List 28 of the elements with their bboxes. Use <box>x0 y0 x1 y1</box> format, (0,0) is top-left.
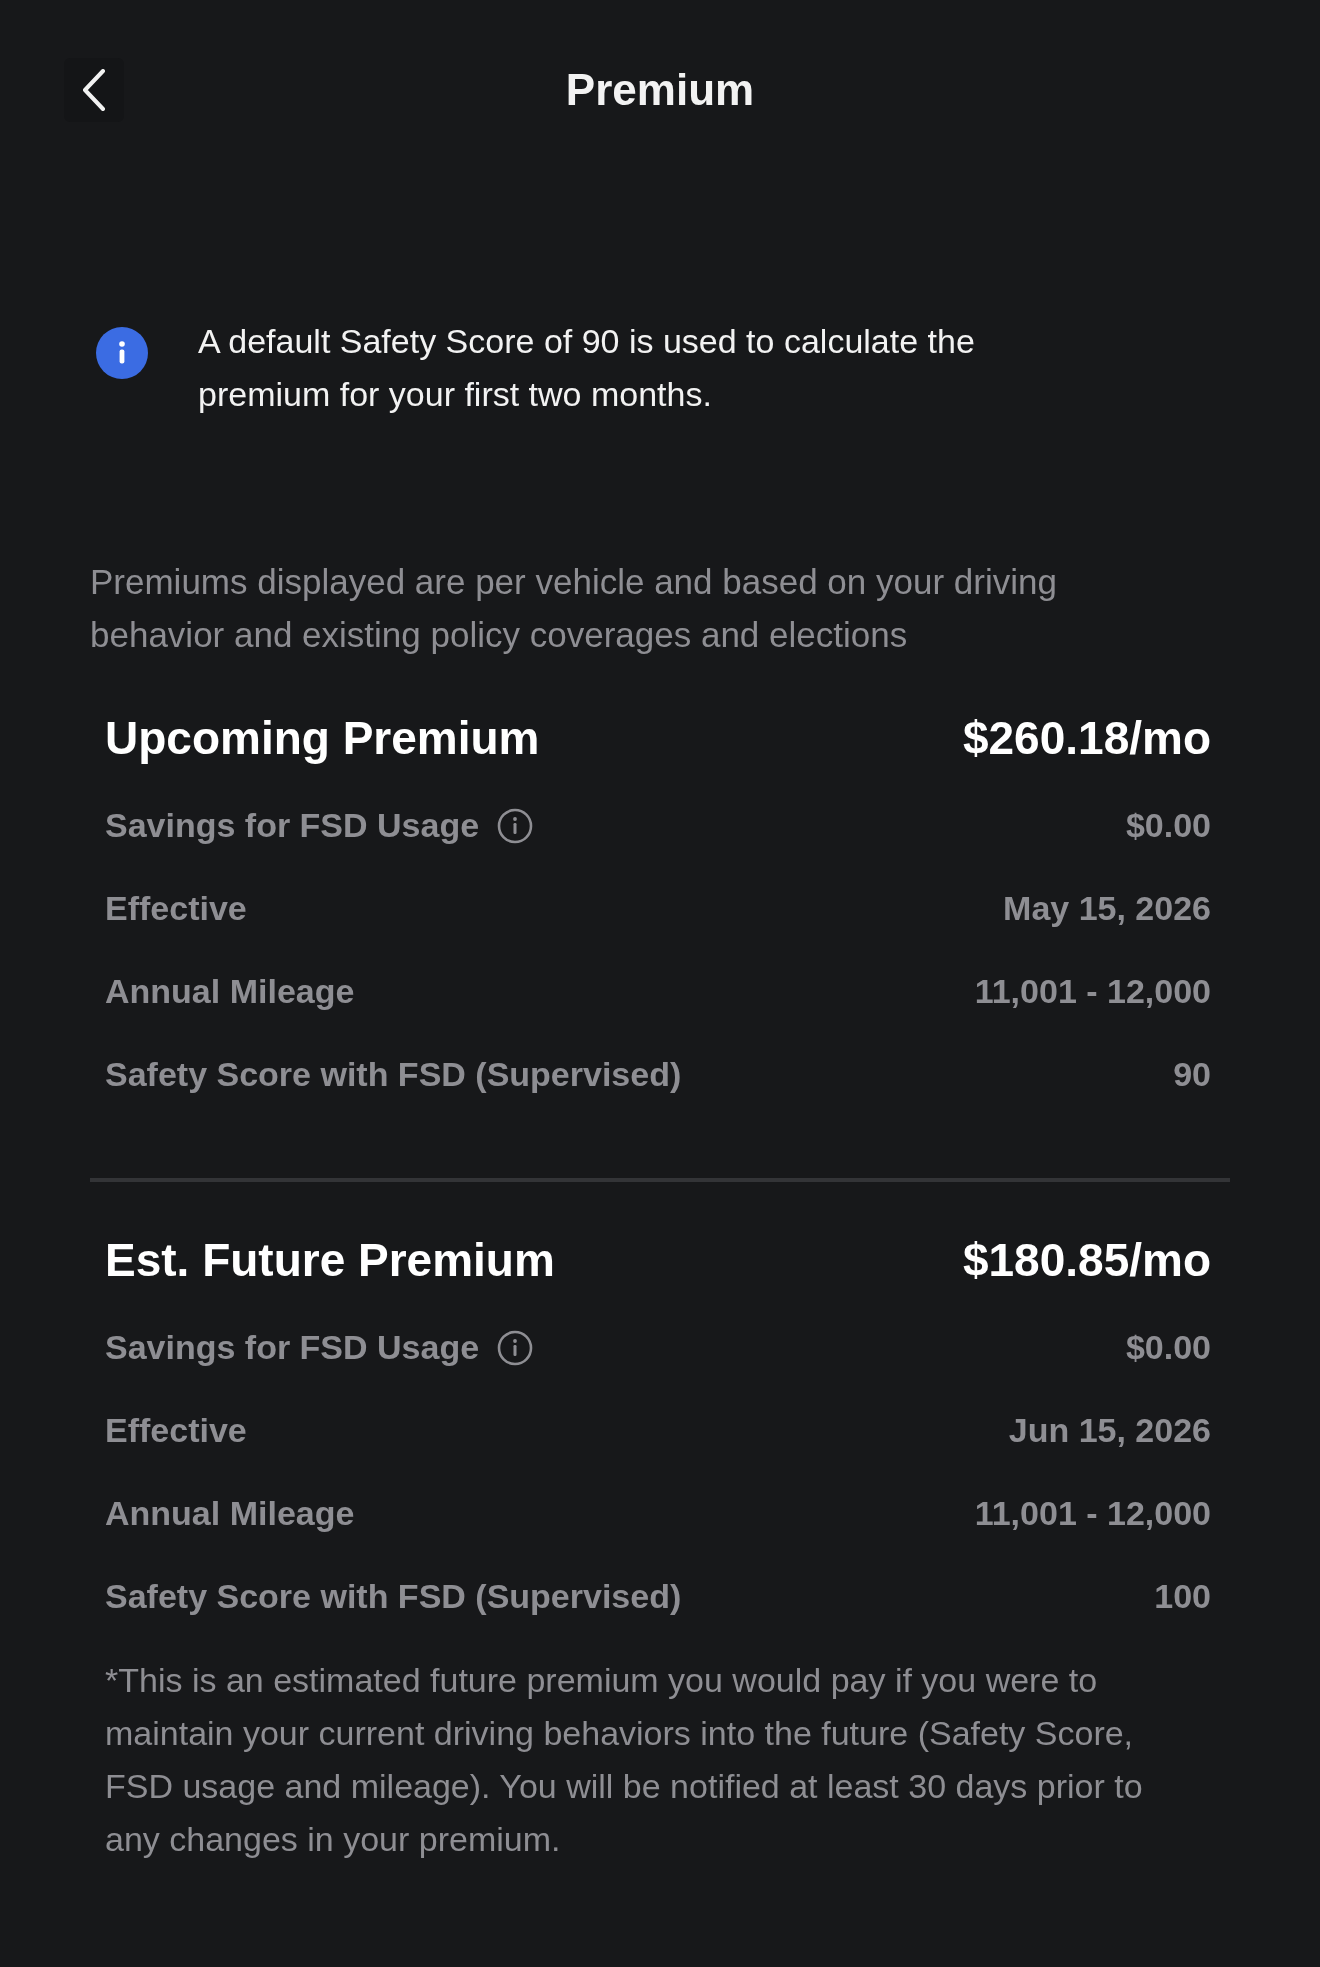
row-label: Safety Score with FSD (Supervised) <box>105 1576 682 1617</box>
row-value: 100 <box>1154 1576 1211 1617</box>
row-label: Savings for FSD Usage <box>105 1327 480 1368</box>
row-label: Effective <box>105 1410 247 1451</box>
info-icon[interactable] <box>497 1329 534 1366</box>
row-label: Annual Mileage <box>105 1493 355 1534</box>
row-label: Safety Score with FSD (Supervised) <box>105 1054 682 1095</box>
row-value: $0.00 <box>1125 805 1211 846</box>
info-icon[interactable] <box>497 807 534 844</box>
page-title: Premium <box>565 64 755 116</box>
section-title: Est. Future Premium <box>105 1233 555 1288</box>
row-value: $0.00 <box>1125 1327 1211 1368</box>
row-value: 11,001 - 12,000 <box>974 1493 1211 1534</box>
footnote-text: *This is an estimated future premium you would pay if you were to maintain your current driving behaviors into the future (Safety Score, FSD usage and mileage). You will be notified at least 30 days prior to any changes in your premium. <box>105 1660 1144 1860</box>
chevron-left-icon <box>82 69 106 111</box>
row-value: May 15, 2026 <box>1003 888 1211 929</box>
row-label: Savings for FSD Usage <box>105 805 480 846</box>
premium-amount: $180.85/mo <box>962 1233 1211 1288</box>
row-label: Annual Mileage <box>105 971 355 1012</box>
disclaimer-text: Premiums displayed are per vehicle and based on your driving behavior and existing policy coverages and elections <box>90 561 1058 656</box>
notice-text: A default Safety Score of 90 is used to calculate the premium for your first two months. <box>198 321 976 415</box>
row-value: 90 <box>1173 1054 1211 1095</box>
row-label: Effective <box>105 888 247 929</box>
row-value: Jun 15, 2026 <box>1008 1410 1211 1451</box>
row-value: 11,001 - 12,000 <box>974 971 1211 1012</box>
section-title: Upcoming Premium <box>105 711 540 766</box>
info-icon <box>96 327 148 379</box>
premium-amount: $260.18/mo <box>962 711 1211 766</box>
